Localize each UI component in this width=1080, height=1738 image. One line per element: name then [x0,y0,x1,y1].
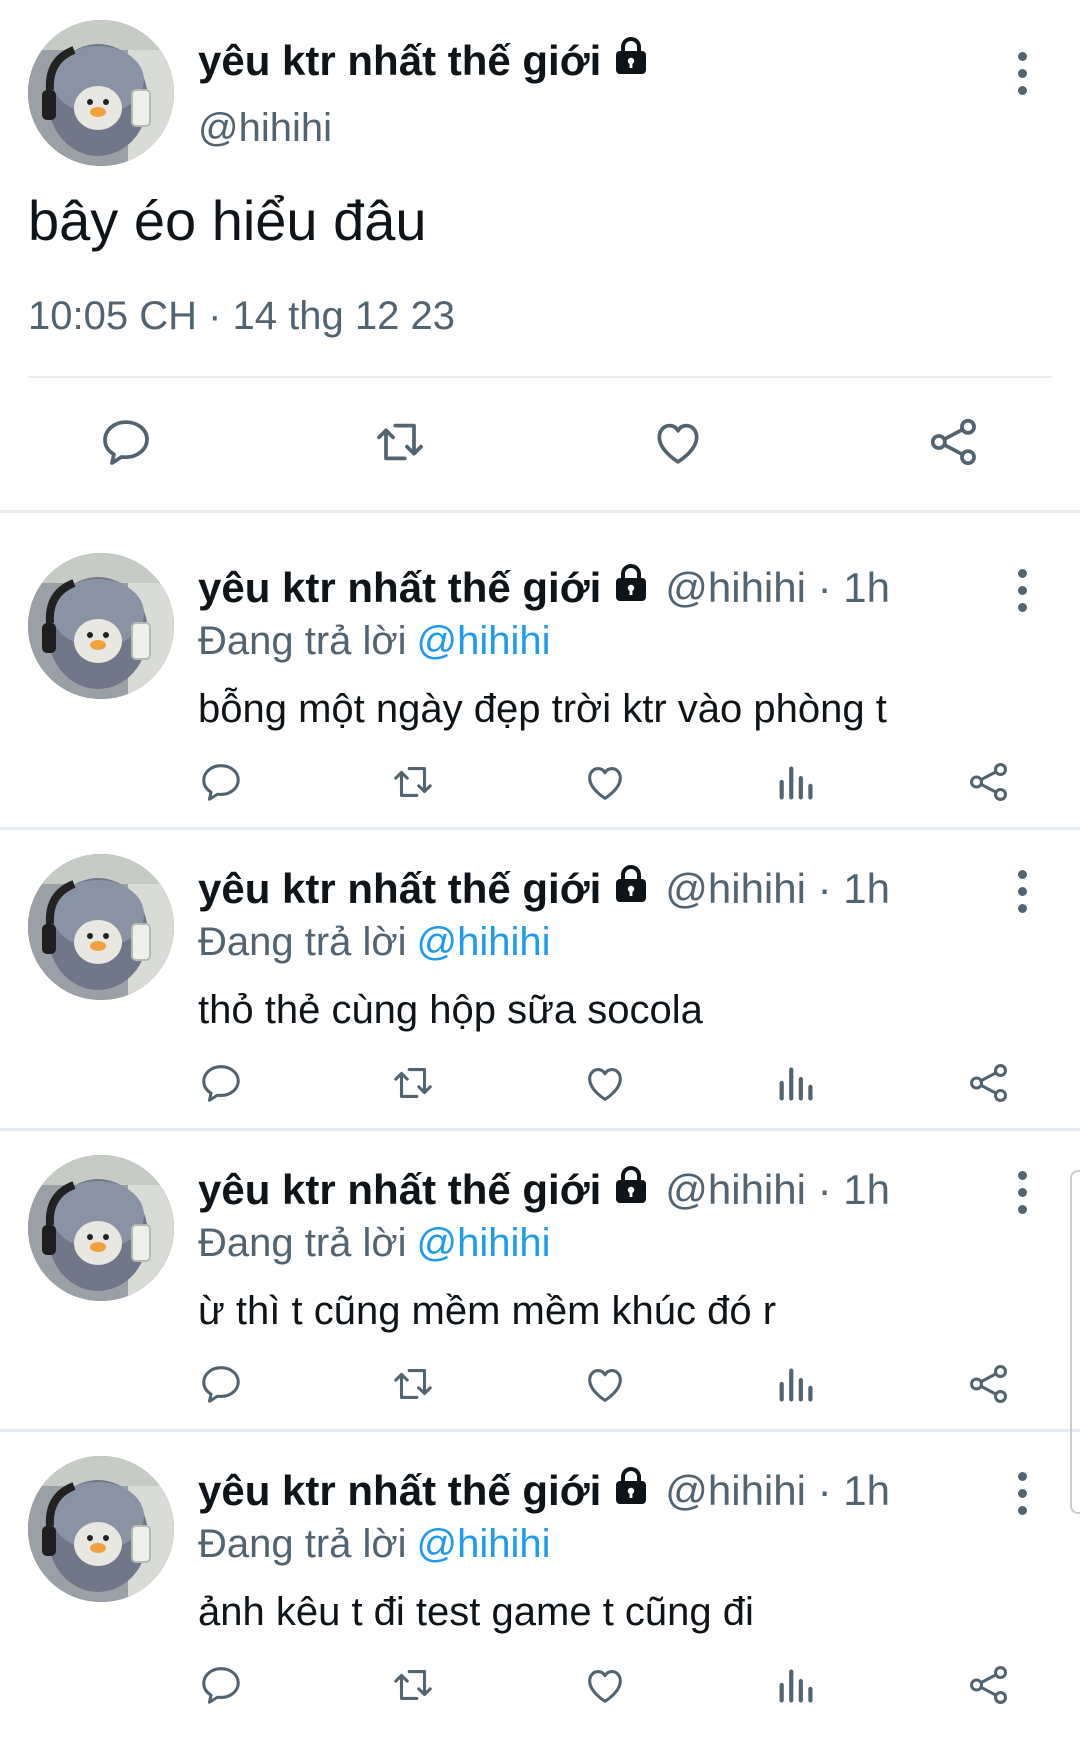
reply-tweet[interactable]: yêu ktr nhất thế giới @hihihi · 1h Đang … [0,1436,1080,1738]
divider [0,510,1080,513]
mention-link[interactable]: @hihihi [417,1522,551,1566]
divider [0,1429,1080,1432]
handle-time: @hihihi · 1h [665,564,890,611]
lock-icon [611,1165,651,1215]
display-name[interactable]: yêu ktr nhất thế giới [198,865,601,913]
lock-icon [611,864,651,914]
like-icon[interactable] [582,759,628,805]
tweet-text: ừ thì t cũng mềm mềm khúc đó r [198,1289,777,1333]
reply-tweet[interactable]: yêu ktr nhất thế giới @hihihi · 1h Đang … [0,1135,1080,1437]
retweet-icon[interactable] [390,1060,436,1106]
lock-icon [611,36,651,86]
like-icon[interactable] [582,1060,628,1106]
avatar[interactable] [28,20,174,166]
mention-link[interactable]: @hihihi [417,1221,551,1265]
replying-to: Đang trả lời @hihihi [198,619,551,664]
share-icon[interactable] [966,1662,1012,1708]
replying-to: Đang trả lời @hihihi [198,920,551,965]
author-name-line: yêu ktr nhất thế giới @hihihi · 1h [198,563,890,613]
reply-tweet[interactable]: yêu ktr nhất thế giới @hihihi · 1h Đang … [0,533,1080,835]
like-icon[interactable] [582,1662,628,1708]
tweet-text: thỏ thẻ cùng hộp sữa socola [198,988,703,1032]
replying-label: Đang trả lời [198,619,407,663]
reply-icon[interactable] [198,1060,244,1106]
author-name-line: yêu ktr nhất thế giới @hihihi · 1h [198,864,890,914]
replying-label: Đang trả lời [198,1522,407,1566]
handle-time: @hihihi · 1h [665,1467,890,1514]
views-icon[interactable] [774,759,820,805]
replying-label: Đang trả lời [198,1221,407,1265]
author-name-line: yêu ktr nhất thế giới [198,36,651,86]
mention-link[interactable]: @hihihi [417,619,551,663]
like-icon[interactable] [650,414,706,470]
display-name[interactable]: yêu ktr nhất thế giới [198,564,601,612]
reply-tweet[interactable]: yêu ktr nhất thế giới @hihihi · 1h Đang … [0,834,1080,1136]
display-name[interactable]: yêu ktr nhất thế giới [198,37,601,85]
reply-icon[interactable] [98,414,154,470]
tweet-text: bây éo hiểu đâu [28,189,427,252]
handle-time: @hihihi · 1h [665,1166,890,1213]
display-name[interactable]: yêu ktr nhất thế giới [198,1467,601,1515]
tweet-text: ảnh kêu t đi test game t cũng đi [198,1590,754,1634]
main-tweet: yêu ktr nhất thế giới @hihihi bây éo hiể… [0,0,1080,512]
divider [0,1128,1080,1131]
divider [28,376,1052,378]
more-options-icon[interactable] [1010,870,1034,913]
mention-link[interactable]: @hihihi [417,920,551,964]
like-icon[interactable] [582,1361,628,1407]
author-name-line: yêu ktr nhất thế giới @hihihi · 1h [198,1466,890,1516]
share-icon[interactable] [966,1060,1012,1106]
tweet-text: bỗng một ngày đẹp trời ktr vào phòng t [198,687,887,731]
more-options-icon[interactable] [1010,569,1034,612]
share-icon[interactable] [966,759,1012,805]
views-icon[interactable] [774,1060,820,1106]
more-options-icon[interactable] [1010,52,1034,95]
handle-time: @hihihi · 1h [665,865,890,912]
author-handle[interactable]: @hihihi [198,106,332,151]
more-options-icon[interactable] [1010,1472,1034,1515]
views-icon[interactable] [774,1662,820,1708]
retweet-icon[interactable] [372,414,428,470]
reply-icon[interactable] [198,1662,244,1708]
retweet-icon[interactable] [390,1361,436,1407]
more-options-icon[interactable] [1010,1171,1034,1214]
reply-icon[interactable] [198,1361,244,1407]
lock-icon [611,1466,651,1516]
avatar[interactable] [28,1456,174,1602]
avatar[interactable] [28,553,174,699]
lock-icon [611,563,651,613]
avatar[interactable] [28,854,174,1000]
divider [0,827,1080,830]
replying-label: Đang trả lời [198,920,407,964]
tweet-timestamp[interactable]: 10:05 CH · 14 thg 12 23 [28,294,455,339]
scrollbar[interactable] [1070,1170,1080,1514]
display-name[interactable]: yêu ktr nhất thế giới [198,1166,601,1214]
avatar[interactable] [28,1155,174,1301]
retweet-icon[interactable] [390,759,436,805]
author-name-line: yêu ktr nhất thế giới @hihihi · 1h [198,1165,890,1215]
reply-icon[interactable] [198,759,244,805]
retweet-icon[interactable] [390,1662,436,1708]
share-icon[interactable] [926,414,982,470]
replying-to: Đang trả lời @hihihi [198,1522,551,1567]
share-icon[interactable] [966,1361,1012,1407]
views-icon[interactable] [774,1361,820,1407]
replying-to: Đang trả lời @hihihi [198,1221,551,1266]
